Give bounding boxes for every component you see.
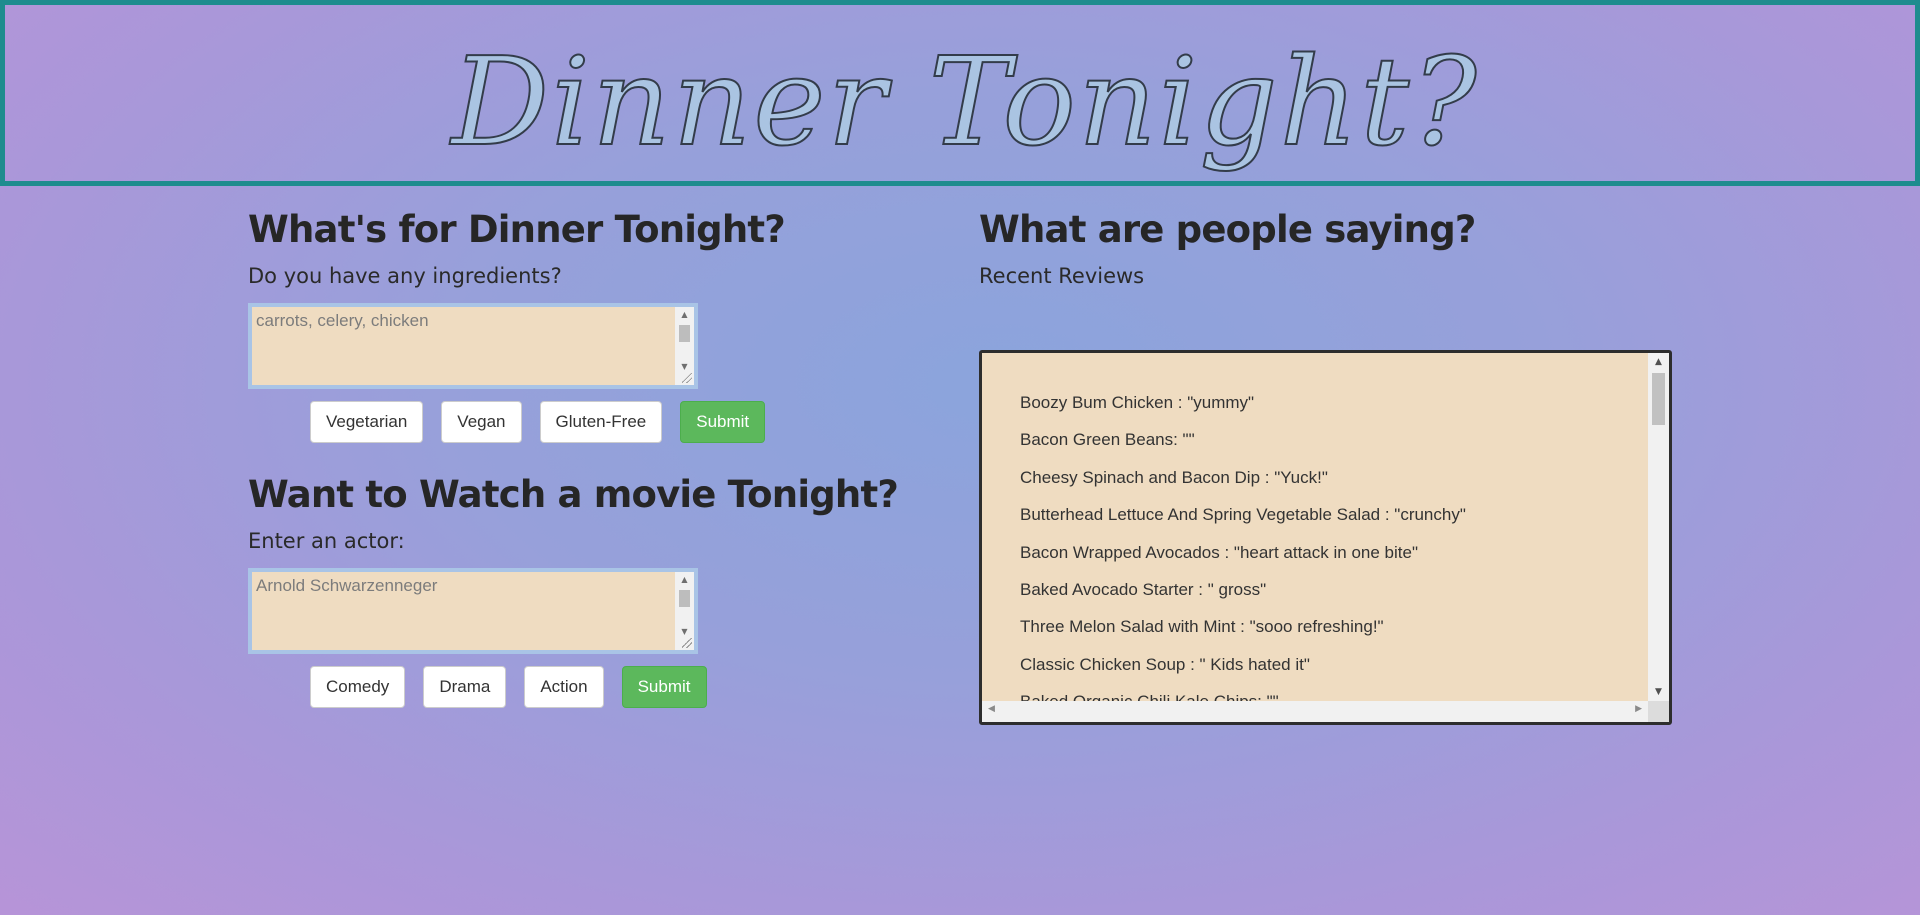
scroll-down-icon[interactable]: ▼	[675, 627, 694, 636]
dinner-filter-buttons: Vegetarian Vegan Gluten-Free Submit	[310, 401, 948, 443]
drama-button[interactable]: Drama	[423, 666, 507, 708]
review-item: Baked Organic Chili Kale Chips: ""	[1020, 692, 1648, 701]
movie-heading: Want to Watch a movie Tonight?	[248, 473, 899, 516]
review-item: Butterhead Lettuce And Spring Vegetable …	[1020, 505, 1466, 525]
dinner-section: What's for Dinner Tonight? Do you have a…	[248, 200, 948, 443]
scroll-right-icon[interactable]: ▶	[1635, 704, 1642, 714]
scroll-down-icon[interactable]: ▼	[1648, 687, 1669, 697]
resize-handle[interactable]	[682, 638, 692, 648]
reviews-vertical-scrollbar[interactable]: ▲ ▼	[1648, 353, 1669, 701]
review-item: Cheesy Spinach and Bacon Dip : "Yuck!"	[1020, 467, 1328, 487]
scroll-thumb[interactable]	[679, 325, 690, 342]
reviews-subheading: Recent Reviews	[979, 264, 1145, 288]
review-item: Bacon Wrapped Avocados : "heart attack i…	[1020, 542, 1418, 562]
header-banner: Dinner Tonight?	[0, 0, 1920, 186]
scrollbar-corner	[1648, 701, 1669, 722]
dinner-heading: What's for Dinner Tonight?	[248, 208, 786, 251]
vegan-button[interactable]: Vegan	[441, 401, 522, 443]
resize-handle[interactable]	[682, 373, 692, 383]
reviews-list-viewport: Boozy Bum Chicken : "yummy" Bacon Green …	[982, 353, 1648, 701]
reviews-column: What are people saying? Recent Reviews	[979, 200, 1679, 290]
scroll-down-icon[interactable]: ▼	[675, 362, 694, 371]
movie-submit-button[interactable]: Submit	[621, 666, 707, 708]
scroll-thumb[interactable]	[679, 590, 690, 607]
scroll-up-icon[interactable]: ▲	[675, 310, 694, 319]
reviews-panel[interactable]: Boozy Bum Chicken : "yummy" Bacon Green …	[979, 350, 1672, 725]
reviews-horizontal-scrollbar[interactable]: ◀ ▶	[982, 701, 1648, 722]
review-item: Baked Avocado Starter : " gross"	[1020, 579, 1267, 599]
review-item: Bacon Green Beans: ""	[1020, 430, 1195, 450]
review-item: Boozy Bum Chicken : "yummy"	[1020, 393, 1255, 412]
reviews-heading: What are people saying?	[979, 208, 1476, 251]
scroll-thumb[interactable]	[1652, 373, 1665, 425]
movie-section: Want to Watch a movie Tonight? Enter an …	[248, 465, 948, 708]
vegetarian-button[interactable]: Vegetarian	[310, 401, 424, 443]
actor-prompt: Enter an actor:	[248, 529, 405, 553]
review-item: Classic Chicken Soup : " Kids hated it"	[1020, 654, 1310, 674]
reviews-list: Boozy Bum Chicken : "yummy" Bacon Green …	[982, 353, 1648, 701]
scroll-up-icon[interactable]: ▲	[675, 575, 694, 584]
left-column: What's for Dinner Tonight? Do you have a…	[248, 200, 948, 708]
actor-placeholder: Arnold Schwarzenneger	[256, 576, 438, 595]
action-button[interactable]: Action	[524, 666, 604, 708]
actor-input[interactable]: Arnold Schwarzenneger ▲ ▼	[248, 568, 698, 654]
ingredients-placeholder: carrots, celery, chicken	[256, 311, 429, 330]
site-title: Dinner Tonight?	[450, 30, 1479, 174]
scroll-up-icon[interactable]: ▲	[1648, 357, 1669, 367]
comedy-button[interactable]: Comedy	[310, 666, 406, 708]
ingredients-prompt: Do you have any ingredients?	[248, 264, 562, 288]
review-item: Three Melon Salad with Mint : "sooo refr…	[1020, 617, 1384, 637]
ingredients-input[interactable]: carrots, celery, chicken ▲ ▼	[248, 303, 698, 389]
dinner-submit-button[interactable]: Submit	[680, 401, 766, 443]
movie-genre-buttons: Comedy Drama Action Submit	[310, 666, 948, 708]
scroll-left-icon[interactable]: ◀	[988, 704, 995, 714]
gluten-free-button[interactable]: Gluten-Free	[539, 401, 663, 443]
